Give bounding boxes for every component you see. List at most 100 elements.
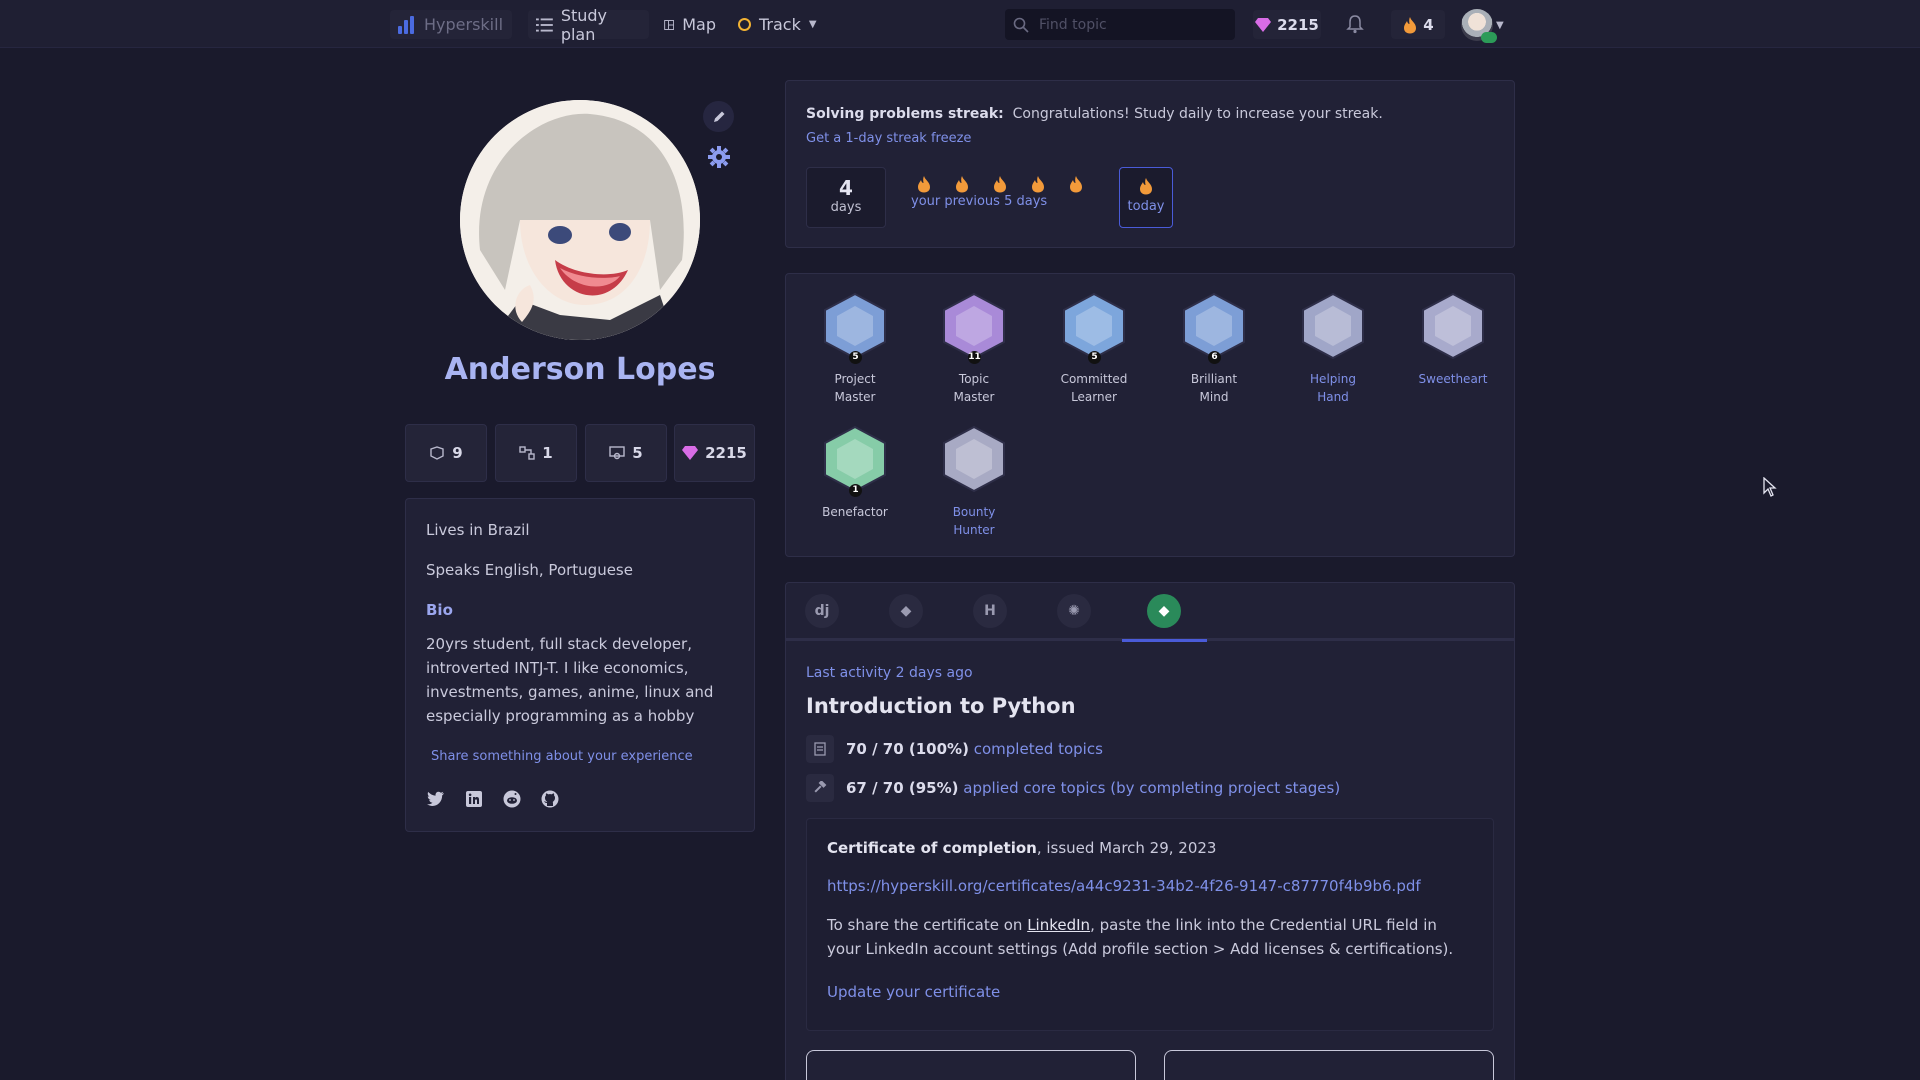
profile-name: Anderson Lopes xyxy=(444,352,716,387)
flame-icon xyxy=(1032,176,1044,193)
tab-python-1[interactable]: ◆ xyxy=(889,594,923,628)
badge-hex-icon: 6 xyxy=(1180,292,1248,364)
streak-days-box: 4 days xyxy=(806,167,886,228)
gear-icon xyxy=(707,145,730,168)
badge-label-line: Master xyxy=(953,390,995,404)
edit-profile-button[interactable] xyxy=(703,101,734,132)
gems-count: 2215 xyxy=(705,444,747,462)
badge-item[interactable]: Bounty Hunter xyxy=(924,425,1024,539)
project-card[interactable] xyxy=(806,1050,1136,1080)
badge-label-line: Master xyxy=(834,390,876,404)
badge-item[interactable]: Helping Hand xyxy=(1283,292,1383,406)
applied-topics: 67 / 70 (95%) applied core topics (by co… xyxy=(806,774,1340,802)
topics-stat[interactable]: 1 xyxy=(495,424,577,482)
reddit-icon[interactable] xyxy=(502,789,522,809)
badge-label: Benefactor xyxy=(805,503,905,521)
user-menu[interactable]: ▼ xyxy=(1461,6,1511,44)
previous-days-label: your previous 5 days xyxy=(911,194,1048,209)
certificate-icon xyxy=(609,446,625,460)
badge-label: Committed Learner xyxy=(1044,370,1144,406)
track-dropdown[interactable]: Track ▼ xyxy=(730,10,826,39)
topics-icon xyxy=(806,735,834,763)
flame-icon xyxy=(1140,178,1152,195)
certificate-url[interactable]: https://hyperskill.org/certificates/a44c… xyxy=(827,877,1473,895)
badge-hex-icon xyxy=(1299,292,1367,360)
badge-level: 5 xyxy=(849,351,862,364)
badge-item[interactable]: 5 Committed Learner xyxy=(1044,292,1144,406)
certificates-stat[interactable]: 5 xyxy=(585,424,667,482)
badge-label: Project Master xyxy=(805,370,905,406)
completed-label[interactable]: completed topics xyxy=(974,740,1103,758)
completed-topics: 70 / 70 (100%) completed topics xyxy=(806,735,1103,763)
avatar xyxy=(1461,9,1497,43)
gems-counter[interactable]: 2215 xyxy=(1253,10,1321,39)
flame-icon xyxy=(1070,176,1082,193)
search-icon xyxy=(1013,17,1029,33)
badge-label-line: Topic xyxy=(958,372,990,386)
map-link[interactable]: Map xyxy=(656,10,724,39)
streak-freeze-link[interactable]: Get a 1-day streak freeze xyxy=(806,131,971,146)
streak-counter[interactable]: 4 xyxy=(1391,10,1445,39)
projects-count: 9 xyxy=(452,444,463,462)
badge-item[interactable]: 6 Brilliant Mind xyxy=(1164,292,1264,406)
tab-python-active[interactable]: ◆ xyxy=(1147,594,1181,628)
profile-avatar xyxy=(460,100,700,340)
badge-hex-icon: 5 xyxy=(821,292,889,364)
study-plan-link[interactable]: Study plan xyxy=(528,6,649,44)
search-input[interactable] xyxy=(1039,16,1219,33)
linkedin-icon[interactable] xyxy=(464,789,484,809)
badge-label-line: Bounty xyxy=(952,505,996,519)
certificate-heading: Certificate of completion, issued March … xyxy=(827,839,1473,857)
logo-icon xyxy=(398,15,416,34)
streak-message: Congratulations! Study daily to increase… xyxy=(1012,106,1383,122)
badge-item[interactable]: 11 Topic Master xyxy=(924,292,1024,406)
certificates-count: 5 xyxy=(632,444,643,462)
gems-value: 2215 xyxy=(1277,15,1319,34)
badge-label-line: Committed xyxy=(1060,372,1128,386)
tab-spring[interactable]: ✺ xyxy=(1057,594,1091,628)
settings-button[interactable] xyxy=(705,143,732,170)
track-title: Introduction to Python xyxy=(806,694,1076,718)
badge-item[interactable]: 5 Project Master xyxy=(805,292,905,406)
streak-card: Solving problems streak: Congratulations… xyxy=(785,80,1515,248)
badges-card: 5 Project Master 11 Topic Master 5 Committed Lea… xyxy=(785,273,1515,557)
flame-icon xyxy=(994,176,1006,193)
github-icon[interactable] xyxy=(540,789,560,809)
badge-label: Brilliant Mind xyxy=(1164,370,1264,406)
streak-days-unit: days xyxy=(830,200,862,215)
badge-label-line: Brilliant xyxy=(1190,372,1238,386)
logo-text: Hyperskill xyxy=(424,15,504,34)
badge-item[interactable]: Sweetheart xyxy=(1403,292,1503,388)
linkedin-link[interactable]: LinkedIn xyxy=(1027,916,1090,934)
certificate-title: Certificate of completion xyxy=(827,839,1037,857)
logo[interactable]: Hyperskill xyxy=(390,10,512,39)
badge-label: Bounty Hunter xyxy=(924,503,1024,539)
tab-django[interactable]: dj xyxy=(805,594,839,628)
project-card[interactable] xyxy=(1164,1050,1494,1080)
applied-label[interactable]: applied core topics (by completing proje… xyxy=(963,779,1340,797)
badge-hex-icon: 5 xyxy=(1060,292,1128,364)
flame-icon xyxy=(956,176,968,193)
gems-stat[interactable]: 2215 xyxy=(674,424,755,482)
pencil-icon xyxy=(713,111,724,122)
track-label: Track xyxy=(759,15,801,34)
badge-label: Helping Hand xyxy=(1283,370,1383,406)
badge-label-line: Learner xyxy=(1071,390,1117,404)
twitter-icon[interactable] xyxy=(426,789,446,809)
python-icon: ◆ xyxy=(900,603,912,619)
share-experience-link[interactable]: Share something about your experience xyxy=(431,749,693,764)
mouse-cursor-icon xyxy=(1763,477,1777,497)
notifications-button[interactable] xyxy=(1343,12,1367,36)
streak-value: 4 xyxy=(1423,15,1434,34)
badge-item[interactable]: 1 Benefactor xyxy=(805,425,905,521)
active-tab-indicator xyxy=(1122,639,1207,642)
study-plan-label: Study plan xyxy=(560,5,608,44)
flame-icon xyxy=(1404,16,1417,33)
projects-stat[interactable]: 9 xyxy=(405,424,487,482)
update-certificate-link[interactable]: Update your certificate xyxy=(827,983,1473,1001)
social-links xyxy=(426,789,560,809)
applied-value: 67 / 70 (95%) xyxy=(846,779,959,797)
tab-html[interactable]: H xyxy=(973,594,1007,628)
search-box xyxy=(1005,9,1235,40)
streak-days-value: 4 xyxy=(839,176,853,200)
